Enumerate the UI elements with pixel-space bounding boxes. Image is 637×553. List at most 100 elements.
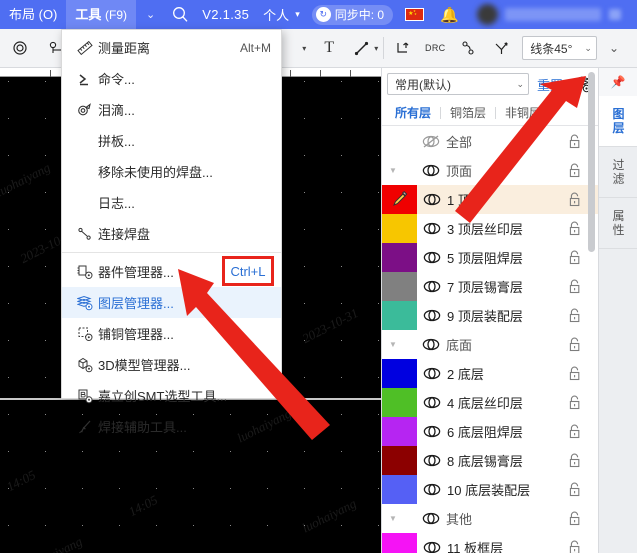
menu-item-1[interactable]: 命令... xyxy=(62,63,281,94)
layer-color-swatch[interactable] xyxy=(382,185,417,214)
china-flag-icon[interactable]: ★ ★ ★ xyxy=(405,8,425,21)
tools-dropdown-menu[interactable]: 测量距离 Alt+M 命令... 泪滴... 拼板... 移除未使用的焊盘... 日志...… xyxy=(61,29,282,435)
menu-item-11[interactable]: 嘉立创SMT选型工具... xyxy=(62,380,281,411)
layer-color-swatch[interactable] xyxy=(382,475,417,504)
menu-item-4[interactable]: 移除未使用的焊盘... xyxy=(62,156,281,187)
pin-icon[interactable]: 📌 xyxy=(599,68,637,96)
lock-icon[interactable] xyxy=(561,366,587,381)
eye-icon[interactable] xyxy=(417,454,447,467)
preset-select[interactable]: 常用(默认) ⌄ xyxy=(387,73,529,95)
layer-group-row[interactable]: ▼ 顶面 xyxy=(382,156,599,185)
layer-row[interactable]: 8 底层锡膏层 xyxy=(382,446,599,475)
layers-scrollbar[interactable] xyxy=(588,72,595,252)
layer-row[interactable]: 9 顶层装配层 xyxy=(382,301,599,330)
import-icon[interactable] xyxy=(389,35,415,61)
lock-icon[interactable] xyxy=(561,424,587,439)
lock-icon[interactable] xyxy=(561,192,587,207)
layer-group-row[interactable]: 全部 xyxy=(382,127,599,156)
eye-icon[interactable] xyxy=(417,541,447,553)
ratline-icon[interactable] xyxy=(488,35,514,61)
layer-row[interactable]: 5 顶层阻焊层 xyxy=(382,243,599,272)
layer-filter-tab-0[interactable]: 所有层 xyxy=(386,104,440,121)
line-mode-select[interactable]: 线条45° ⌄ xyxy=(522,36,597,60)
lock-icon[interactable] xyxy=(561,308,587,323)
eye-icon[interactable] xyxy=(417,222,447,235)
eye-icon[interactable] xyxy=(417,193,447,206)
via-icon[interactable] xyxy=(7,35,33,61)
eye-icon[interactable] xyxy=(417,425,447,438)
layer-row[interactable]: 2 底层 xyxy=(382,359,599,388)
eye-icon[interactable] xyxy=(417,396,447,409)
eye-icon[interactable] xyxy=(417,309,447,322)
menu-item-0[interactable]: 测量距离 Alt+M xyxy=(62,32,281,63)
lock-icon[interactable] xyxy=(561,511,587,526)
chevron-down-icon[interactable]: ▾ xyxy=(291,9,308,20)
layer-color-swatch[interactable] xyxy=(382,446,417,475)
dropdown-caret[interactable]: ▾ xyxy=(302,44,306,53)
layer-row[interactable]: 10 底层装配层 xyxy=(382,475,599,504)
layer-row[interactable]: 4 底层丝印层 xyxy=(382,388,599,417)
menu-layout[interactable]: 布局 (O) xyxy=(0,0,66,29)
lock-icon[interactable] xyxy=(561,540,587,553)
lock-icon[interactable] xyxy=(561,250,587,265)
triangle-collapse-icon[interactable]: ▼ xyxy=(386,340,400,349)
layer-row[interactable]: 11 板框层 xyxy=(382,533,599,553)
sync-status-pill[interactable]: ↻ 同步中: 0 xyxy=(311,4,394,25)
menu-item-3[interactable]: 拼板... xyxy=(62,125,281,156)
layer-color-swatch[interactable] xyxy=(382,388,417,417)
lock-icon[interactable] xyxy=(561,453,587,468)
dropdown-caret-2[interactable]: ▾ xyxy=(374,44,378,53)
search-icon[interactable] xyxy=(165,6,196,23)
bell-icon[interactable]: 🔔 xyxy=(432,6,467,24)
triangle-collapse-icon[interactable]: ▼ xyxy=(386,166,400,175)
menu-item-9[interactable]: 铺铜管理器... xyxy=(62,318,281,349)
eye-icon[interactable] xyxy=(417,251,447,264)
lock-icon[interactable] xyxy=(561,482,587,497)
eye-icon[interactable] xyxy=(416,164,446,177)
layer-filter-tab-1[interactable]: 铜箔层 xyxy=(441,104,495,121)
menu-item-5[interactable]: 日志... xyxy=(62,187,281,218)
side-tab-2[interactable]: 属性 xyxy=(599,198,637,249)
eye-icon[interactable] xyxy=(417,280,447,293)
reset-button[interactable]: 重置 xyxy=(529,75,571,94)
lock-icon[interactable] xyxy=(561,395,587,410)
menu-overflow-caret[interactable]: ⌄ xyxy=(136,8,165,21)
layer-group-row[interactable]: ▼ 其他 xyxy=(382,504,599,533)
lock-icon[interactable] xyxy=(561,337,587,352)
layer-filter-tab-2[interactable]: 非铜层 xyxy=(496,104,550,121)
layer-color-swatch[interactable] xyxy=(382,272,417,301)
eye-off-icon[interactable] xyxy=(416,135,446,148)
layer-color-swatch[interactable] xyxy=(382,214,417,243)
menu-tools[interactable]: 工具 (F9) xyxy=(66,0,137,29)
layer-row[interactable]: 6 底层阻焊层 xyxy=(382,417,599,446)
user-profile-area[interactable] xyxy=(467,0,637,29)
menu-item-8[interactable]: 图层管理器... xyxy=(62,287,281,318)
eye-icon[interactable] xyxy=(416,338,446,351)
eye-icon[interactable] xyxy=(417,367,447,380)
menu-item-10[interactable]: 3D模型管理器... xyxy=(62,349,281,380)
lock-icon[interactable] xyxy=(561,221,587,236)
layer-row[interactable]: 7 顶层锡膏层 xyxy=(382,272,599,301)
menu-item-2[interactable]: 泪滴... xyxy=(62,94,281,125)
side-tab-0[interactable]: 图层 xyxy=(599,96,637,147)
text-icon[interactable]: T xyxy=(316,35,342,61)
net-icon[interactable] xyxy=(455,35,481,61)
account-label[interactable]: 个人 xyxy=(255,5,291,24)
eye-icon[interactable] xyxy=(417,483,447,496)
layer-group-row[interactable]: ▼ 底面 xyxy=(382,330,599,359)
eye-icon[interactable] xyxy=(416,512,446,525)
layer-color-swatch[interactable] xyxy=(382,417,417,446)
layer-color-swatch[interactable] xyxy=(382,533,417,553)
layer-color-swatch[interactable] xyxy=(382,359,417,388)
layer-color-swatch[interactable] xyxy=(382,301,417,330)
drc-icon[interactable]: DRC xyxy=(422,35,448,61)
layer-color-swatch[interactable] xyxy=(382,243,417,272)
layers-list[interactable]: 全部 ▼ 顶面 1 顶层 3 顶层丝印层 5 顶层阻焊层 7 顶层锡膏层 9 顶层装配层 ▼ 底面… xyxy=(382,127,599,553)
lock-icon[interactable] xyxy=(561,163,587,178)
triangle-collapse-icon[interactable]: ▼ xyxy=(386,514,400,523)
side-tab-1[interactable]: 过滤 xyxy=(599,147,637,198)
toolbar-overflow-caret[interactable]: ⌄ xyxy=(609,41,619,55)
lock-icon[interactable] xyxy=(561,134,587,149)
menu-item-6[interactable]: 连接焊盘 xyxy=(62,218,281,249)
menu-item-12[interactable]: 焊接辅助工具... xyxy=(62,411,281,442)
